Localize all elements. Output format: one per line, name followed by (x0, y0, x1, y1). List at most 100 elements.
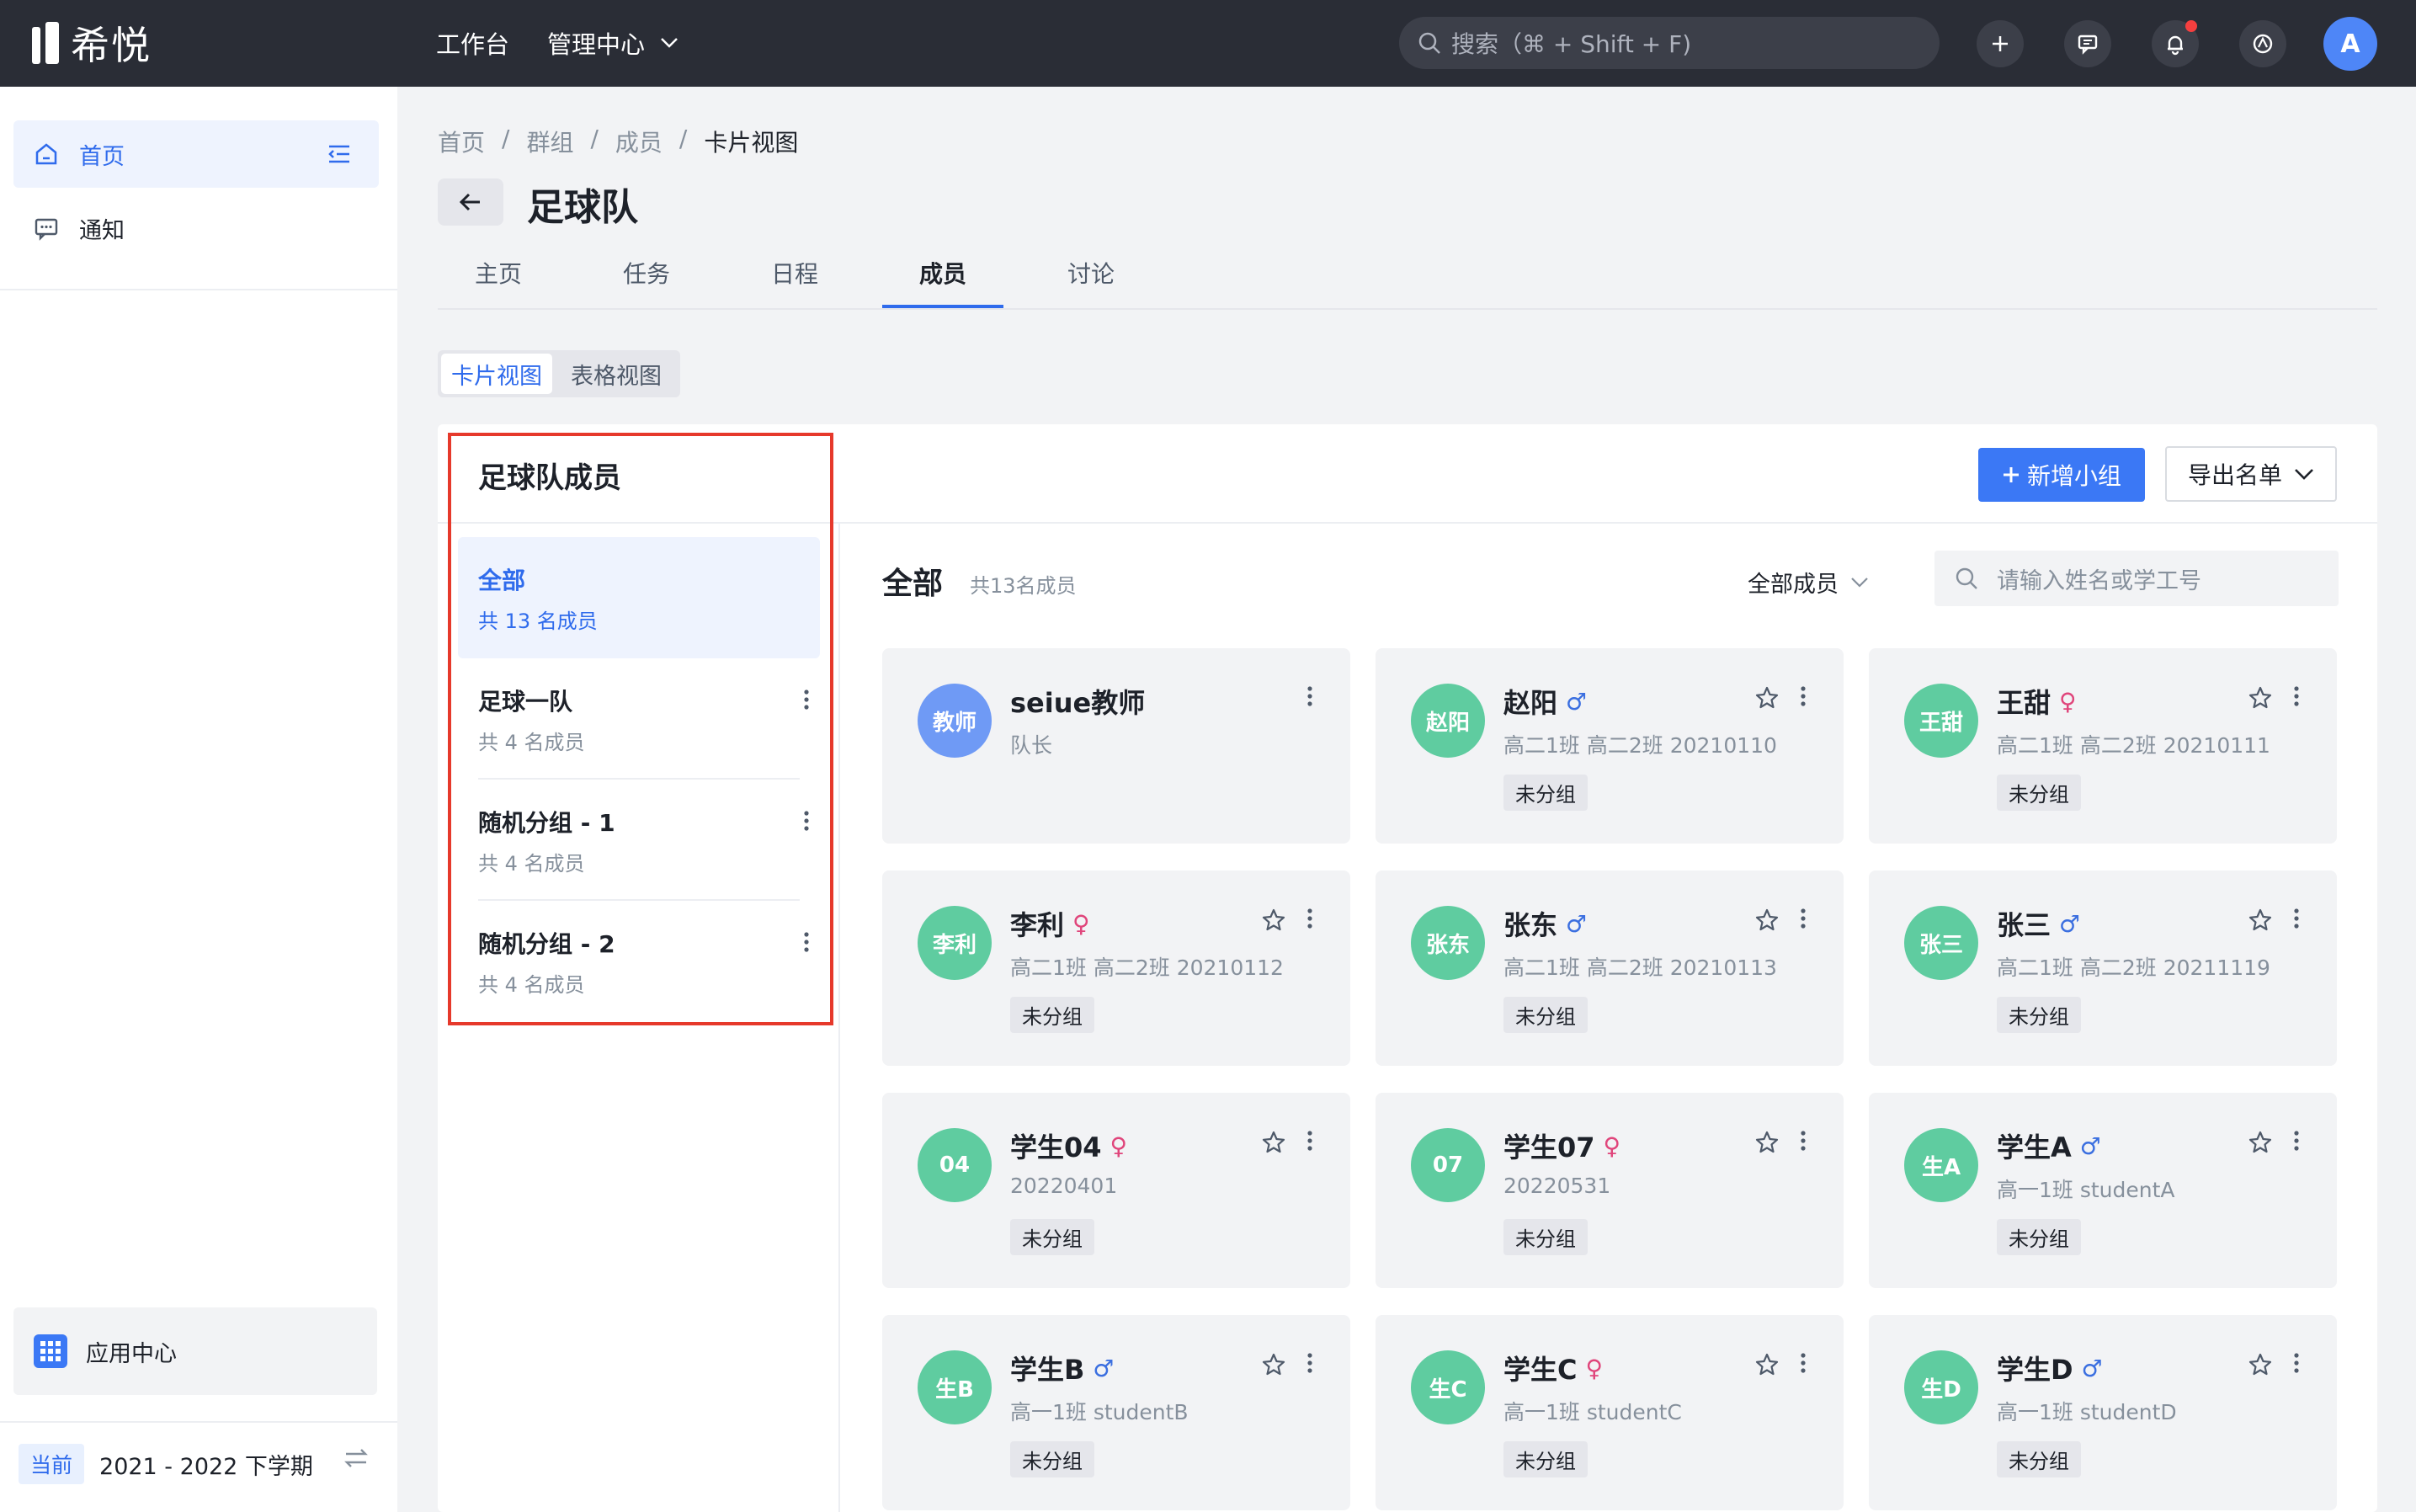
member-card[interactable]: 李利 李利 ♀ 高二1班 高二2班 20210112 未分组 (882, 870, 1350, 1066)
member-info: 高一1班 studentC (1503, 1400, 1682, 1424)
female-icon: ♀ (1110, 1131, 1128, 1160)
member-info: 高二1班 高二2班 20210111 (1997, 733, 2270, 758)
member-card[interactable]: 生A 学生A ♂ 高一1班 studentA 未分组 (1869, 1093, 2337, 1288)
more-vertical-icon[interactable] (1800, 908, 1807, 929)
top-navbar: 希悦 工作台 管理中心 搜索（⌘ + Shift + F) A (0, 0, 2416, 87)
member-group-tag: 未分组 (1503, 1219, 1588, 1255)
export-list-button[interactable]: 导出名单 (2165, 446, 2337, 502)
member-name: 赵阳 (1503, 687, 1558, 719)
star-icon[interactable] (1754, 685, 1780, 711)
nav-workbench-label: 工作台 (436, 30, 510, 59)
star-icon[interactable] (1754, 1352, 1780, 1377)
collapse-menu-icon[interactable] (327, 143, 352, 165)
member-card[interactable]: 生D 学生D ♂ 高一1班 studentD 未分组 (1869, 1315, 2337, 1510)
nav-admin-center[interactable]: 管理中心 (547, 25, 679, 61)
star-icon[interactable] (2248, 685, 2273, 711)
member-search-input[interactable]: 请输入姓名或学工号 (1934, 551, 2339, 606)
more-vertical-icon[interactable] (1306, 1352, 1313, 1374)
card-view-button[interactable]: 卡片视图 (441, 354, 552, 394)
member-card[interactable]: 04 学生04 ♀ 20220401 未分组 (882, 1093, 1350, 1288)
member-group-tag: 未分组 (1997, 1441, 2081, 1477)
more-vertical-icon[interactable] (2293, 1352, 2300, 1374)
nav-workbench[interactable]: 工作台 (436, 25, 509, 61)
plus-icon (1993, 36, 2008, 51)
app-center-button[interactable]: 应用中心 (13, 1307, 377, 1395)
member-filter-dropdown[interactable]: 全部成员 (1748, 566, 1869, 599)
star-icon[interactable] (1261, 1352, 1286, 1377)
member-group-tag: 未分组 (1503, 997, 1588, 1033)
more-vertical-icon[interactable] (1306, 685, 1313, 707)
more-vertical-icon[interactable] (2293, 1130, 2300, 1152)
star-icon[interactable] (2248, 1352, 2273, 1377)
member-card[interactable]: 张三 张三 ♂ 高二1班 高二2班 20211119 未分组 (1869, 870, 2337, 1066)
sidebar-item-notifications[interactable]: 通知 (13, 194, 379, 262)
tab-home[interactable]: 主页 (475, 256, 522, 290)
member-group-tag: 未分组 (1997, 775, 2081, 811)
tab-members[interactable]: 成员 (919, 256, 966, 290)
term-selector[interactable]: 当前 2021 - 2022 下学期 (19, 1444, 313, 1484)
more-vertical-icon[interactable] (2293, 685, 2300, 707)
breadcrumb-groups[interactable]: 群组 (526, 125, 573, 158)
more-vertical-icon[interactable] (1306, 1130, 1313, 1152)
male-icon: ♂ (2079, 1131, 2101, 1160)
star-icon[interactable] (1261, 908, 1286, 933)
star-icon[interactable] (1754, 908, 1780, 933)
messages-button[interactable] (2064, 20, 2111, 67)
notifications-button[interactable] (2152, 20, 2199, 67)
more-vertical-icon[interactable] (1800, 685, 1807, 707)
back-button[interactable] (438, 178, 503, 226)
member-name-row: 学生A ♂ (1997, 1126, 2101, 1165)
bell-icon (2168, 35, 2183, 56)
member-name: seiue教师 (1010, 687, 1146, 719)
more-vertical-icon[interactable] (1306, 908, 1313, 929)
page-title: 足球队 (527, 186, 638, 229)
member-info: 高二1班 高二2班 20211119 (1997, 956, 2270, 980)
add-button[interactable] (1977, 20, 2024, 67)
member-card[interactable]: 王甜 王甜 ♀ 高二1班 高二2班 20210111 未分组 (1869, 648, 2337, 844)
logo[interactable]: 希悦 (32, 20, 152, 68)
more-vertical-icon[interactable] (1800, 1130, 1807, 1152)
sidebar-item-notifications-label: 通知 (79, 217, 125, 244)
member-card[interactable]: 教师 seiue教师 队长 (882, 648, 1350, 844)
logo-text: 希悦 (71, 23, 152, 68)
logo-mark-icon (32, 22, 59, 64)
more-vertical-icon[interactable] (2293, 908, 2300, 929)
member-info: 高一1班 studentA (1997, 1178, 2175, 1202)
member-name-row: 学生B ♂ (1010, 1349, 1115, 1387)
star-icon[interactable] (2248, 908, 2273, 933)
star-icon[interactable] (2248, 1130, 2273, 1155)
add-group-button[interactable]: 新增小组 (1978, 448, 2145, 502)
member-avatar: 生B (918, 1350, 992, 1424)
ai-assistant-button[interactable] (2239, 20, 2286, 67)
member-card[interactable]: 赵阳 赵阳 ♂ 高二1班 高二2班 20210110 未分组 (1376, 648, 1844, 844)
member-name: 学生04 (1010, 1131, 1102, 1163)
member-card[interactable]: 张东 张东 ♂ 高二1班 高二2班 20210113 未分组 (1376, 870, 1844, 1066)
member-name: 李利 (1010, 909, 1065, 941)
member-card[interactable]: 生B 学生B ♂ 高一1班 studentB 未分组 (882, 1315, 1350, 1510)
member-avatar: 张东 (1411, 906, 1485, 980)
more-vertical-icon[interactable] (1800, 1352, 1807, 1374)
member-name-row: 李利 ♀ (1010, 904, 1090, 943)
switch-term-icon[interactable] (343, 1447, 369, 1469)
tab-tasks[interactable]: 任务 (623, 256, 670, 290)
home-icon (35, 143, 57, 165)
breadcrumb-members[interactable]: 成员 (615, 125, 663, 158)
tab-discussion[interactable]: 讨论 (1067, 256, 1115, 290)
star-icon[interactable] (1754, 1130, 1780, 1155)
tab-schedule[interactable]: 日程 (771, 256, 818, 290)
member-name-row: seiue教师 (1010, 682, 1145, 721)
table-view-button[interactable]: 表格视图 (559, 354, 673, 394)
star-icon[interactable] (1261, 1130, 1286, 1155)
user-avatar[interactable]: A (2323, 17, 2377, 71)
member-info: 高二1班 高二2班 20210112 (1010, 956, 1284, 980)
global-search-input[interactable]: 搜索（⌘ + Shift + F) (1399, 17, 1940, 69)
member-card[interactable]: 生C 学生C ♀ 高一1班 studentC 未分组 (1376, 1315, 1844, 1510)
member-card[interactable]: 07 学生07 ♀ 20220531 未分组 (1376, 1093, 1844, 1288)
member-avatar: 张三 (1904, 906, 1978, 980)
male-icon: ♂ (1093, 1354, 1115, 1382)
member-name: 学生C (1503, 1354, 1578, 1386)
sidebar-item-home[interactable]: 首页 (13, 120, 379, 188)
breadcrumb-home[interactable]: 首页 (438, 125, 485, 158)
members-panel: 足球队成员 新增小组 导出名单 全部 共 13 名成员 足球一队 共 4 名成员… (438, 424, 2377, 1512)
sidebar: 首页 通知 应用中心 当前 2021 - 2022 下学期 (0, 87, 397, 1512)
